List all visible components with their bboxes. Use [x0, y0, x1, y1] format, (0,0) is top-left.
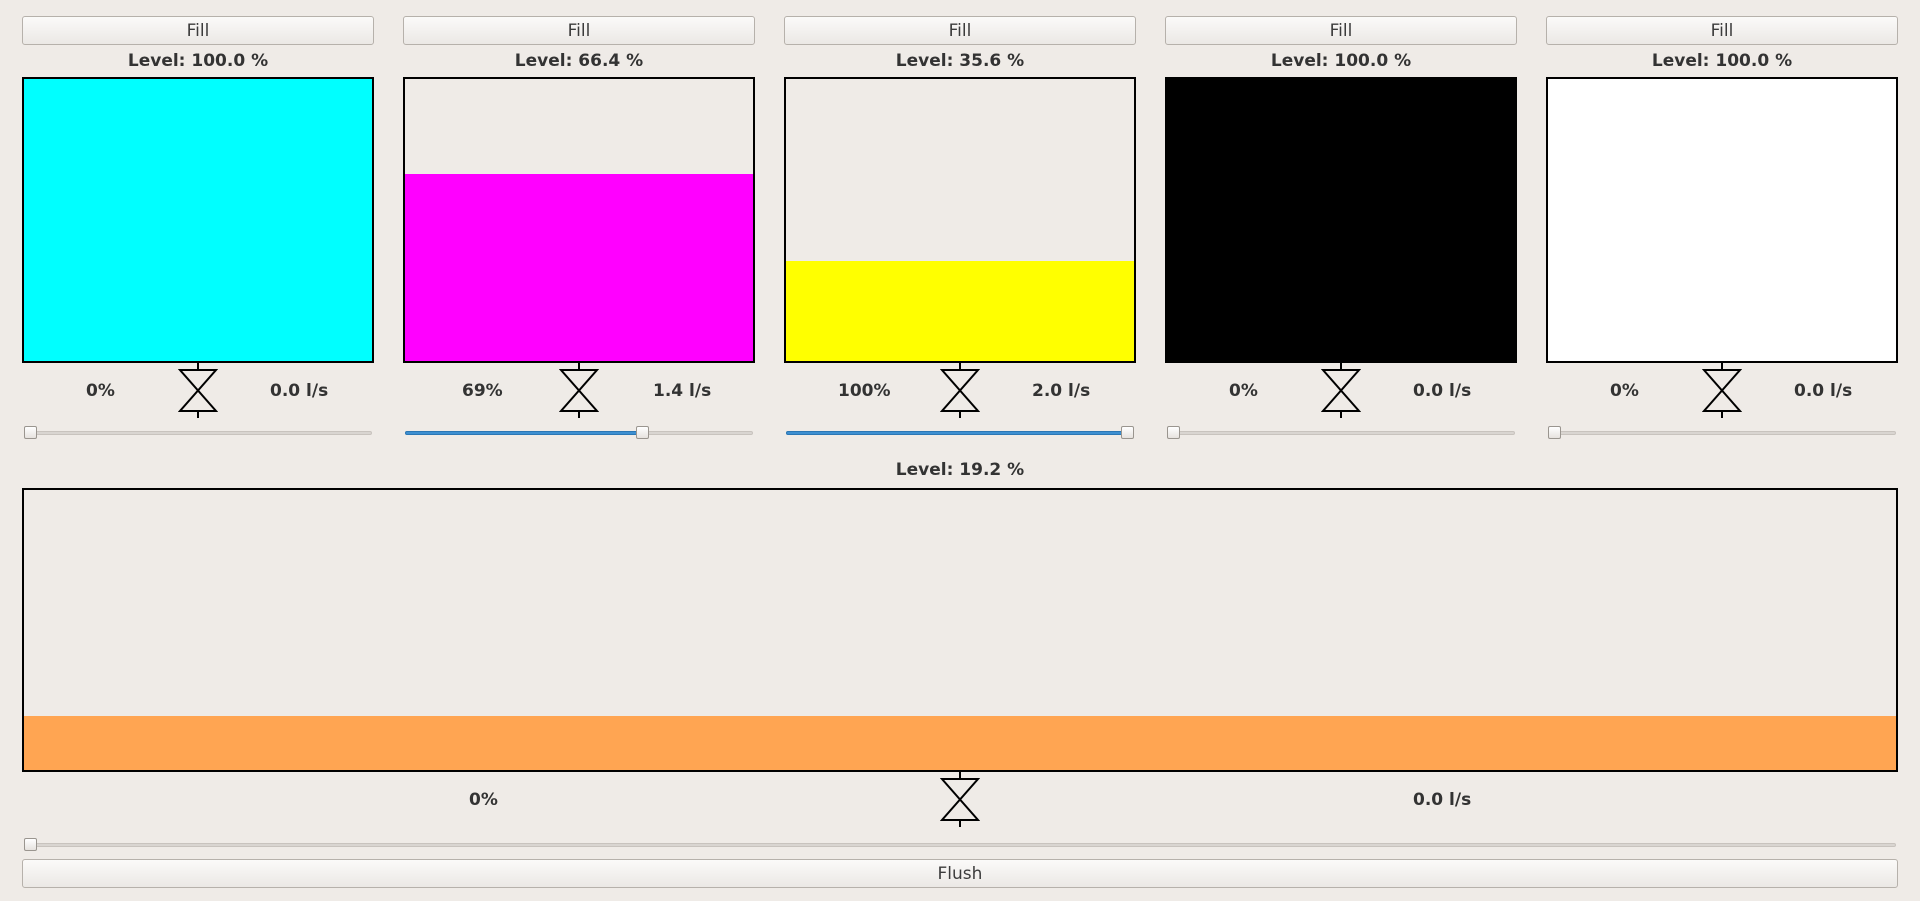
valve-flow-rate: 2.0 l/s — [1032, 381, 1091, 401]
valve-slider[interactable] — [1546, 425, 1898, 441]
fill-button[interactable]: Fill — [784, 16, 1136, 45]
valve-slider[interactable] — [1165, 425, 1517, 441]
tank-level-label: Level: 35.6 % — [895, 51, 1025, 71]
tank-column-white: Fill Level: 100.0 % 0% 0.0 l/s — [1546, 16, 1898, 440]
valve-slider[interactable] — [784, 425, 1136, 441]
mixer-valve-opening-percent: 0% — [469, 790, 498, 810]
fill-button[interactable]: Fill — [403, 16, 755, 45]
source-tanks: Fill Level: 100.0 % 0% 0.0 l/s Fill Leve… — [22, 16, 1898, 440]
valve-row: 69% 1.4 l/s — [403, 363, 755, 418]
slider-groove — [24, 843, 1896, 847]
valve-opening-percent: 0% — [86, 381, 115, 401]
valve-row: 0% 0.0 l/s — [1546, 363, 1898, 418]
valve-row: 0% 0.0 l/s — [22, 363, 374, 418]
paint-mixer-window: Fill Level: 100.0 % 0% 0.0 l/s Fill Leve… — [0, 0, 1920, 901]
tank-column-yellow: Fill Level: 35.6 % 100% 2.0 l/s — [784, 16, 1136, 440]
slider-groove — [24, 431, 372, 435]
slider-handle[interactable] — [24, 838, 37, 851]
slider-groove — [1167, 431, 1515, 435]
slider-groove — [1548, 431, 1896, 435]
tank-container — [22, 77, 374, 363]
valve-icon — [940, 772, 980, 827]
slider-handle[interactable] — [1167, 426, 1180, 439]
tank-level-label: Level: 100.0 % — [1270, 51, 1412, 71]
mixer-section: Level: 19.2 % 0% 0.0 l/s Flush — [22, 458, 1898, 888]
tank-column-magenta: Fill Level: 66.4 % 69% 1.4 l/s — [403, 16, 755, 440]
tank-liquid — [1167, 79, 1515, 361]
tank-level-label: Level: 66.4 % — [514, 51, 644, 71]
valve-slider[interactable] — [403, 425, 755, 441]
slider-filled-track — [786, 431, 1128, 435]
valve-icon — [559, 363, 599, 418]
mixer-valve-slider[interactable] — [22, 837, 1898, 853]
mixer-tank-container — [22, 488, 1898, 772]
tank-liquid — [1548, 79, 1896, 361]
slider-handle[interactable] — [1548, 426, 1561, 439]
valve-icon — [1702, 363, 1742, 418]
tank-level-label: Level: 100.0 % — [1651, 51, 1793, 71]
mixer-level-label: Level: 19.2 % — [895, 460, 1025, 480]
valve-opening-percent: 100% — [838, 381, 891, 401]
mixer-valve-row: 0% 0.0 l/s — [22, 772, 1898, 830]
valve-flow-rate: 1.4 l/s — [653, 381, 712, 401]
valve-opening-percent: 69% — [462, 381, 503, 401]
tank-level-label: Level: 100.0 % — [127, 51, 269, 71]
fill-button[interactable]: Fill — [1165, 16, 1517, 45]
mixer-liquid — [24, 716, 1896, 770]
fill-button[interactable]: Fill — [22, 16, 374, 45]
tank-container — [784, 77, 1136, 363]
flush-button[interactable]: Flush — [22, 859, 1898, 888]
valve-slider[interactable] — [22, 425, 374, 441]
mixer-valve-flow-rate: 0.0 l/s — [1413, 790, 1472, 810]
slider-handle[interactable] — [1121, 426, 1134, 439]
tank-container — [1165, 77, 1517, 363]
tank-liquid — [786, 260, 1134, 361]
slider-filled-track — [405, 431, 643, 435]
valve-icon — [1321, 363, 1361, 418]
tank-container — [403, 77, 755, 363]
tank-column-black: Fill Level: 100.0 % 0% 0.0 l/s — [1165, 16, 1517, 440]
valve-opening-percent: 0% — [1610, 381, 1639, 401]
tank-column-cyan: Fill Level: 100.0 % 0% 0.0 l/s — [22, 16, 374, 440]
valve-icon — [178, 363, 218, 418]
tank-container — [1546, 77, 1898, 363]
fill-button[interactable]: Fill — [1546, 16, 1898, 45]
valve-flow-rate: 0.0 l/s — [270, 381, 329, 401]
valve-flow-rate: 0.0 l/s — [1413, 381, 1472, 401]
tank-liquid — [24, 79, 372, 361]
tank-liquid — [405, 173, 753, 361]
slider-handle[interactable] — [24, 426, 37, 439]
valve-opening-percent: 0% — [1229, 381, 1258, 401]
valve-icon — [940, 363, 980, 418]
valve-row: 0% 0.0 l/s — [1165, 363, 1517, 418]
slider-handle[interactable] — [636, 426, 650, 439]
valve-row: 100% 2.0 l/s — [784, 363, 1136, 418]
valve-flow-rate: 0.0 l/s — [1794, 381, 1853, 401]
